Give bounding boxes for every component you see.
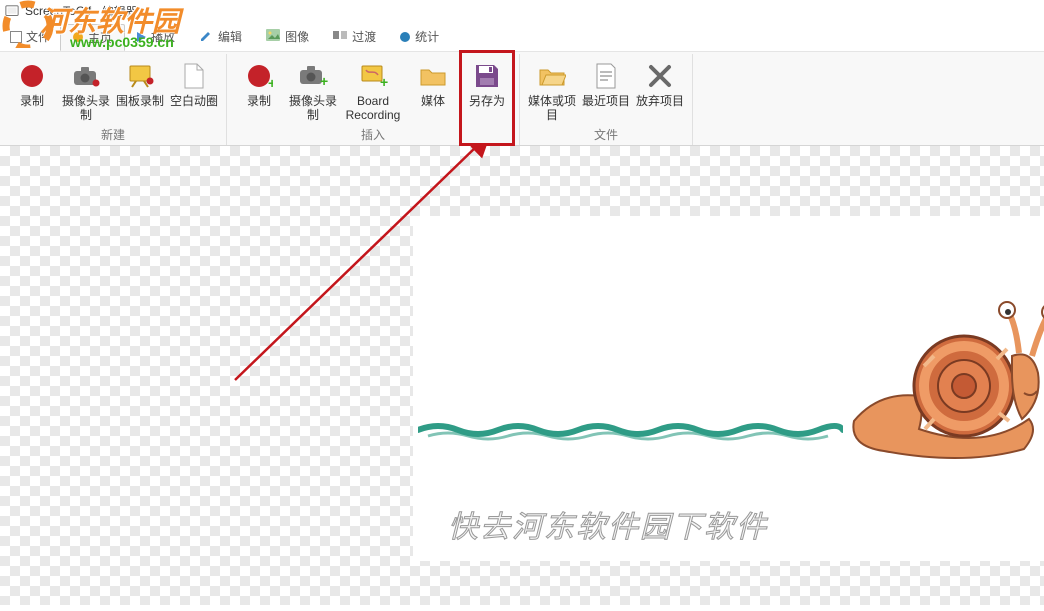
- board-plus-icon: +: [357, 60, 389, 92]
- frame-caption: 快去河东软件园下软件: [448, 502, 768, 546]
- svg-text:+: +: [268, 75, 273, 90]
- stats-dot-icon: [400, 32, 410, 42]
- ribbon-group-new: 录制 摄像头录制 围板录制 空白动圈 新建: [0, 54, 227, 145]
- tab-stats[interactable]: 统计: [388, 24, 451, 49]
- insert-webcam-button[interactable]: + 摄像头录制: [287, 58, 339, 124]
- folder-open-icon: [536, 60, 568, 92]
- snail-image: [824, 301, 1044, 471]
- insert-record-button[interactable]: + 录制: [233, 58, 285, 124]
- tab-file[interactable]: 文件: [0, 24, 60, 49]
- image-icon: [266, 29, 280, 44]
- window-title: 编辑器: [102, 3, 138, 20]
- ribbon-group-insert: + 录制 + 摄像头录制 + Board Recording 媒体 另存为 插入: [227, 54, 520, 145]
- board-icon: [124, 60, 156, 92]
- group-label-new: 新建: [6, 126, 220, 143]
- close-x-icon: [644, 60, 676, 92]
- editor-canvas[interactable]: 快去河东软件园下软件: [0, 146, 1044, 605]
- insert-media-button[interactable]: 媒体: [407, 58, 459, 124]
- media-or-project-button[interactable]: 媒体或项目: [526, 58, 578, 124]
- tab-image[interactable]: 图像: [254, 24, 321, 49]
- discard-project-button[interactable]: 放弃项目: [634, 58, 686, 124]
- new-board-button[interactable]: 围板录制: [114, 58, 166, 124]
- gif-frame-preview[interactable]: 快去河东软件园下软件: [413, 216, 1044, 561]
- home-dot-icon: [73, 32, 83, 42]
- new-webcam-button[interactable]: 摄像头录制: [60, 58, 112, 124]
- insert-board-button[interactable]: + Board Recording: [341, 58, 405, 124]
- play-icon: [137, 32, 146, 42]
- file-icon: [10, 31, 22, 43]
- title-sep: -: [91, 4, 102, 18]
- ribbon-tabs: 文件 主页 播放 编辑 图像 过渡 统计: [0, 22, 1044, 52]
- app-icon: [5, 4, 19, 18]
- app-name: ScreenToGif: [25, 4, 91, 18]
- record-icon: +: [243, 60, 275, 92]
- transition-icon: [333, 29, 347, 44]
- ribbon-toolbar: 录制 摄像头录制 围板录制 空白动圈 新建 + 录制 +: [0, 52, 1044, 146]
- tab-edit[interactable]: 编辑: [187, 24, 254, 49]
- folder-icon: [417, 60, 449, 92]
- new-record-button[interactable]: 录制: [6, 58, 58, 124]
- record-icon: [16, 60, 48, 92]
- tab-transition[interactable]: 过渡: [321, 24, 388, 49]
- screenshot-highlight: [459, 50, 515, 146]
- svg-text:+: +: [320, 73, 328, 88]
- camera-plus-icon: +: [297, 60, 329, 92]
- snail-trail: [418, 416, 843, 444]
- recent-projects-button[interactable]: 最近项目: [580, 58, 632, 124]
- svg-text:+: +: [380, 74, 388, 89]
- titlebar: ScreenToGif - 编辑器: [0, 0, 1044, 22]
- camera-icon: [70, 60, 102, 92]
- blank-page-icon: [178, 60, 210, 92]
- new-blank-button[interactable]: 空白动圈: [168, 58, 220, 124]
- tab-play[interactable]: 播放: [125, 24, 187, 49]
- group-label-file: 文件: [526, 126, 686, 143]
- edit-icon: [199, 28, 213, 45]
- tab-home[interactable]: 主页: [60, 24, 125, 51]
- ribbon-group-file: 媒体或项目 最近项目 放弃项目 文件: [520, 54, 693, 145]
- recent-icon: [590, 60, 622, 92]
